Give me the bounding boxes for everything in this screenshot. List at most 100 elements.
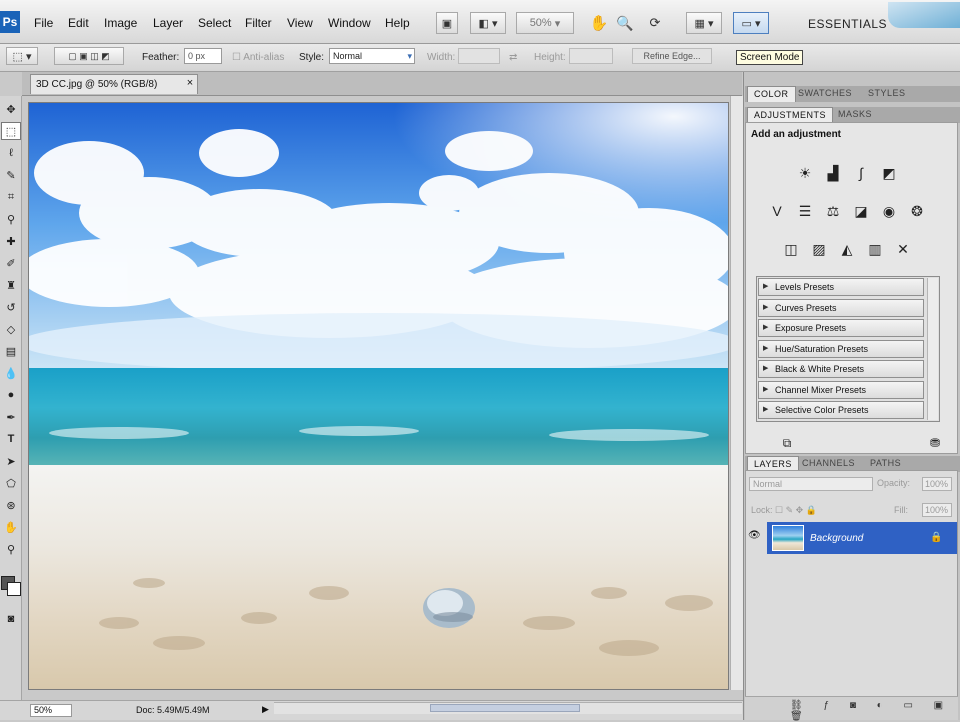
tab-masks[interactable]: MASKS: [832, 107, 878, 123]
menu-layer[interactable]: Layer: [153, 16, 183, 30]
arrange-documents-icon[interactable]: ▦ ▾: [686, 12, 722, 34]
lock-label-text: Lock:: [751, 505, 773, 515]
menu-filter[interactable]: Filter: [245, 16, 272, 30]
bridge-icon[interactable]: ▣: [436, 12, 458, 34]
horizontal-scroll-thumb[interactable]: [430, 704, 580, 712]
preset-item[interactable]: Selective Color Presets: [758, 401, 924, 419]
lasso-tool-icon[interactable]: ℓ: [1, 144, 21, 162]
menu-help[interactable]: Help: [385, 16, 410, 30]
window-corner: [888, 2, 960, 28]
dodge-tool-icon[interactable]: ●: [1, 386, 21, 404]
preset-item[interactable]: Channel Mixer Presets: [758, 381, 924, 399]
zoom-level-dropdown[interactable]: 50% ▾: [516, 12, 574, 34]
photo-filter-icon[interactable]: ◉: [878, 200, 900, 222]
status-menu-arrow-icon[interactable]: ▶: [262, 704, 269, 715]
feather-input[interactable]: 0 px: [184, 48, 222, 64]
channel-mixer-icon[interactable]: ❂: [906, 200, 928, 222]
blend-mode-select[interactable]: Normal: [749, 477, 873, 491]
vertical-scrollbar[interactable]: [730, 96, 743, 690]
3d-rotate-tool-icon[interactable]: ⊛: [1, 496, 21, 514]
panel-options-icon[interactable]: ⛃: [924, 432, 946, 454]
menu-view[interactable]: View: [287, 16, 313, 30]
move-tool-icon[interactable]: ✥: [1, 100, 21, 118]
invert-icon[interactable]: ◫: [780, 238, 802, 260]
eraser-tool-icon[interactable]: ◇: [1, 320, 21, 338]
gradient-map-icon[interactable]: ▥: [864, 238, 886, 260]
curves-icon[interactable]: ∫: [850, 162, 872, 184]
width-input[interactable]: [458, 48, 500, 64]
brush-tool-icon[interactable]: ✐: [1, 254, 21, 272]
document-tab[interactable]: 3D CC.jpg @ 50% (RGB/8): [30, 74, 198, 94]
height-input[interactable]: [569, 48, 613, 64]
workspace-switcher[interactable]: ESSENTIALS: [808, 17, 887, 31]
screen-mode-icon[interactable]: ▭ ▾: [733, 12, 769, 34]
preset-item[interactable]: Levels Presets: [758, 278, 924, 296]
type-tool-icon[interactable]: T: [1, 430, 21, 448]
preset-item[interactable]: Hue/Saturation Presets: [758, 340, 924, 358]
exposure-icon[interactable]: ◩: [878, 162, 900, 184]
healing-brush-tool-icon[interactable]: ✚: [1, 232, 21, 250]
fill-input[interactable]: 100%: [922, 503, 952, 517]
rotate-view-icon[interactable]: ⟳: [644, 12, 666, 34]
tab-color[interactable]: COLOR: [747, 86, 796, 102]
selective-color-icon[interactable]: ✕: [892, 238, 914, 260]
hand-icon[interactable]: ✋: [588, 12, 610, 34]
arrange-icon[interactable]: ◧ ▾: [470, 12, 506, 34]
pen-tool-icon[interactable]: ✒: [1, 408, 21, 426]
visibility-eye-icon[interactable]: 👁: [748, 530, 764, 546]
menu-select[interactable]: Select: [198, 16, 231, 30]
tab-swatches[interactable]: SWATCHES: [792, 86, 858, 102]
antialias-label: Anti-alias: [243, 52, 285, 63]
preset-item[interactable]: Curves Presets: [758, 299, 924, 317]
menu-window[interactable]: Window: [328, 16, 371, 30]
background-color-swatch[interactable]: [7, 582, 21, 596]
menu-image[interactable]: Image: [104, 16, 137, 30]
tooltip: Screen Mode: [736, 50, 804, 65]
layer-name: Background: [810, 533, 864, 544]
clip-to-layer-icon[interactable]: ⧉: [776, 432, 798, 454]
refine-edge-button[interactable]: Refine Edge...: [632, 48, 712, 64]
tab-adjustments[interactable]: ADJUSTMENTS: [747, 107, 834, 123]
quick-mask-icon[interactable]: ◙: [1, 610, 21, 628]
preset-item[interactable]: Black & White Presets: [758, 360, 924, 378]
marquee-tool-icon[interactable]: ⬚: [1, 122, 21, 140]
posterize-icon[interactable]: ▨: [808, 238, 830, 260]
color-balance-icon[interactable]: ⚖: [822, 200, 844, 222]
quick-select-tool-icon[interactable]: ✎: [1, 166, 21, 184]
document-canvas[interactable]: [28, 102, 729, 690]
opacity-input[interactable]: 100%: [922, 477, 952, 491]
eyedropper-tool-icon[interactable]: ⚲: [1, 210, 21, 228]
lock-label: Lock: ☐ ✎ ✥ 🔒: [751, 505, 817, 515]
levels-icon[interactable]: ▟: [822, 162, 844, 184]
black-white-icon[interactable]: ◪: [850, 200, 872, 222]
status-zoom-input[interactable]: 50%: [30, 704, 72, 717]
beach-image: [29, 103, 728, 689]
history-brush-tool-icon[interactable]: ↺: [1, 298, 21, 316]
zoom-icon[interactable]: 🔍: [614, 12, 636, 34]
threshold-icon[interactable]: ◭: [836, 238, 858, 260]
shape-tool-icon[interactable]: ⬠: [1, 474, 21, 492]
menu-edit[interactable]: Edit: [68, 16, 89, 30]
marquee-preset-icon[interactable]: ⬚ ▾: [6, 47, 38, 65]
menu-file[interactable]: File: [34, 16, 53, 30]
crop-tool-icon[interactable]: ⌗: [1, 188, 21, 206]
document-size: Doc: 5.49M/5.49M: [136, 705, 210, 715]
path-select-tool-icon[interactable]: ➤: [1, 452, 21, 470]
style-select[interactable]: Normal ▾: [329, 48, 415, 64]
blur-tool-icon[interactable]: 💧: [1, 364, 21, 382]
antialias-checkbox[interactable]: ☐ Anti-alias: [232, 52, 284, 63]
layer-action-icons[interactable]: ⛓ ƒ ◙ ◐ ▭ ▣ 🗑: [790, 700, 960, 722]
vibrance-icon[interactable]: V: [766, 200, 788, 222]
clone-stamp-tool-icon[interactable]: ♜: [1, 276, 21, 294]
presets-scrollbar[interactable]: [927, 278, 938, 420]
selection-mode-icons[interactable]: ▢ ▣ ◫ ◩: [54, 47, 124, 65]
hue-saturation-icon[interactable]: ☰: [794, 200, 816, 222]
gradient-tool-icon[interactable]: ▤: [1, 342, 21, 360]
hand-tool-icon[interactable]: ✋: [1, 518, 21, 536]
brightness-icon[interactable]: ☀: [794, 162, 816, 184]
preset-item[interactable]: Exposure Presets: [758, 319, 924, 337]
zoom-tool-icon[interactable]: ⚲: [1, 540, 21, 558]
swap-icon[interactable]: ⇄: [509, 52, 517, 63]
close-tab-icon[interactable]: ×: [183, 74, 197, 94]
tab-styles[interactable]: STYLES: [862, 86, 912, 102]
